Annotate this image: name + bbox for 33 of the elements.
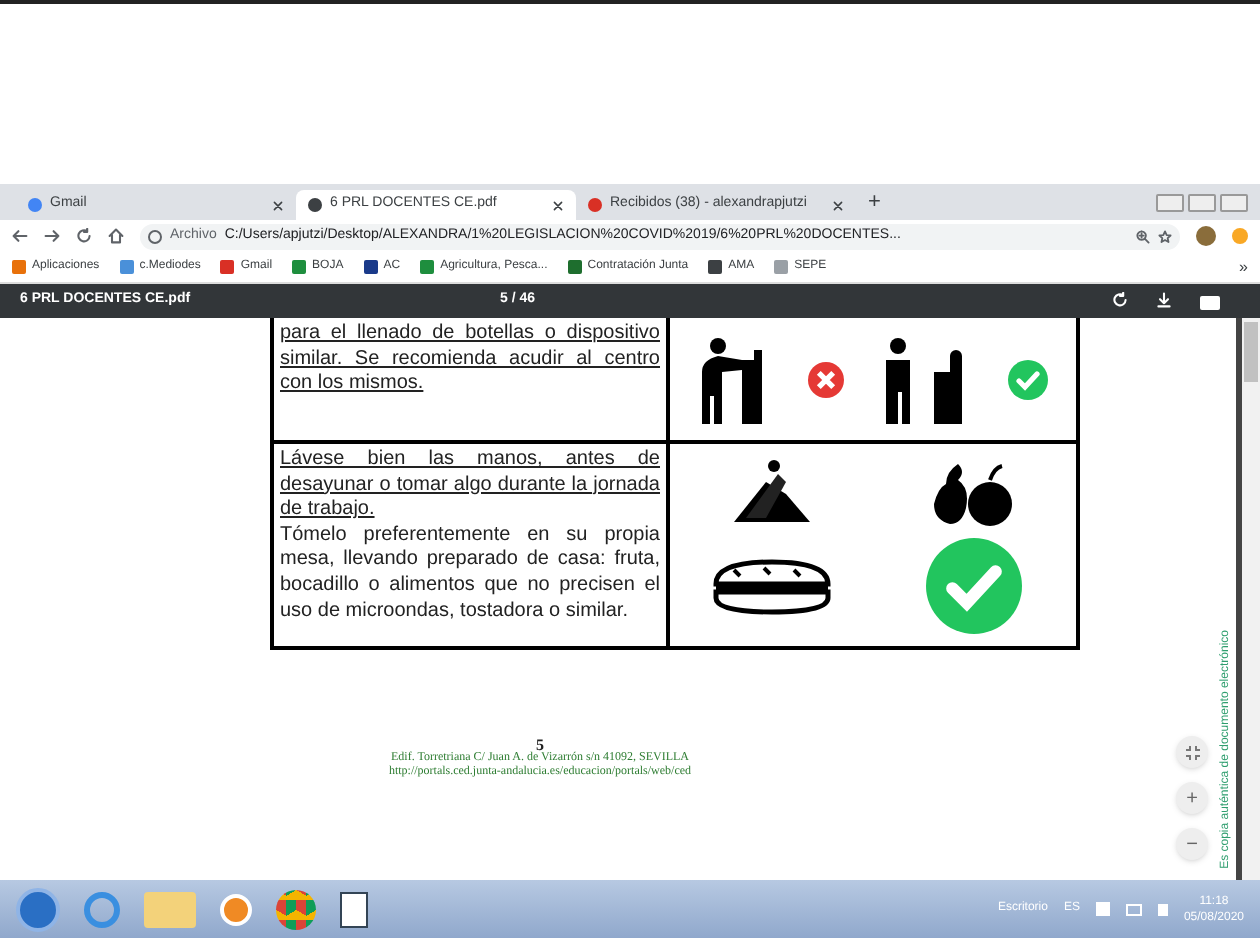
forward-arrow-icon[interactable] bbox=[44, 228, 60, 244]
download-icon[interactable] bbox=[1156, 292, 1172, 308]
instruction-text: para el llenado de botellas o dispositivo similar. Se recomienda acudir al centro con los mismos. bbox=[280, 322, 660, 398]
check-mark-icon bbox=[1008, 359, 1049, 399]
media-player-icon[interactable] bbox=[220, 893, 252, 925]
sandwich-icon bbox=[709, 555, 834, 616]
start-button[interactable] bbox=[16, 887, 60, 931]
tab-favicon-icon bbox=[588, 198, 602, 212]
bookmarks-overflow-button[interactable]: » bbox=[1239, 255, 1248, 279]
instruction-text: Lávese bien las manos, antes de desayunar o tomar algo durante la jornada de trabajo. bbox=[280, 448, 660, 524]
profile-avatar[interactable] bbox=[1196, 226, 1216, 246]
zoom-in-button[interactable]: + bbox=[1176, 782, 1208, 814]
document-icon[interactable] bbox=[340, 891, 368, 927]
info-icon bbox=[148, 229, 162, 243]
fit-page-button[interactable] bbox=[1176, 736, 1208, 768]
fit-icon bbox=[1185, 745, 1199, 759]
tab-favicon-icon bbox=[28, 198, 42, 212]
new-tab-button[interactable]: + bbox=[868, 192, 881, 214]
instruction-text: Tómelo preferentemente en su propia mesa, llevando preparado de casa: fruta, bocadillo o alimentos que no precisen el uso de microondas, tostadora o similar. bbox=[280, 523, 660, 625]
scrollbar[interactable] bbox=[1236, 318, 1260, 880]
cross-mark-icon bbox=[807, 361, 844, 397]
tab-favicon-icon bbox=[308, 198, 322, 212]
hands-washing-icon bbox=[729, 458, 814, 527]
home-icon[interactable] bbox=[108, 228, 124, 244]
rotate-icon[interactable] bbox=[1112, 292, 1128, 308]
check-mark-icon bbox=[926, 537, 1023, 634]
back-arrow-icon[interactable] bbox=[12, 228, 28, 244]
reload-icon[interactable] bbox=[76, 228, 92, 244]
zoom-out-button[interactable]: − bbox=[1176, 828, 1208, 860]
chrome-icon[interactable] bbox=[276, 889, 316, 929]
star-icon[interactable] bbox=[1158, 229, 1172, 243]
page-number: 5 bbox=[536, 738, 544, 752]
zoom-icon[interactable] bbox=[1136, 229, 1150, 243]
